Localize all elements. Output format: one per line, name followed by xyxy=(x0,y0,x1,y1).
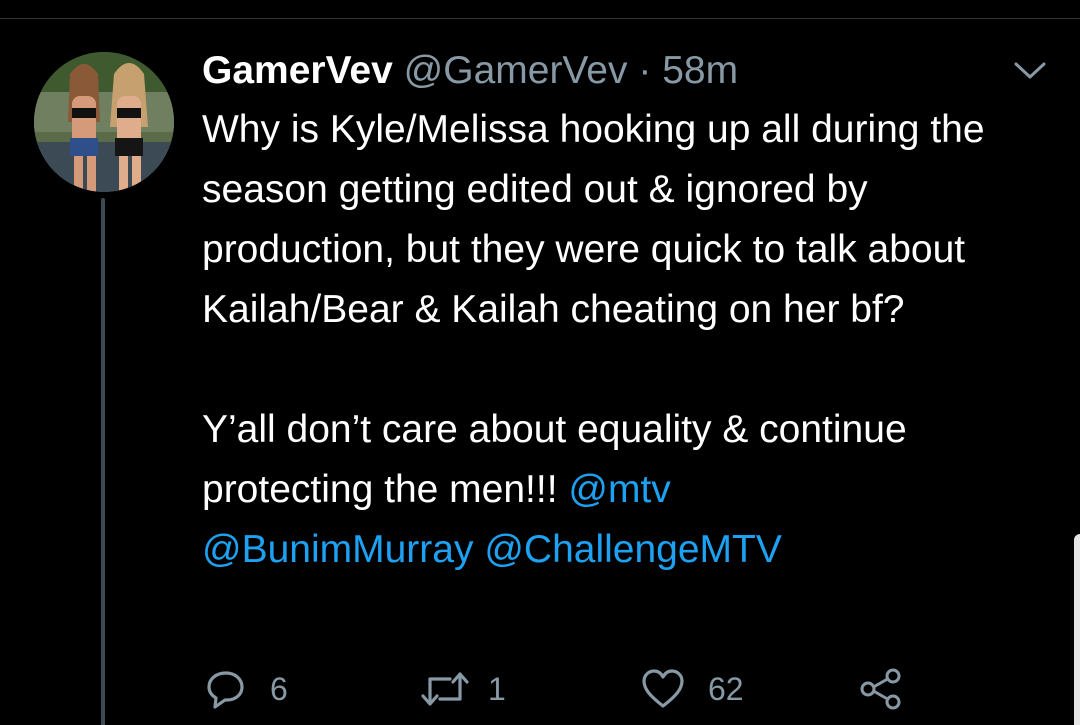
tweet-paragraph-1: Why is Kyle/Melissa hooking up all durin… xyxy=(202,108,985,331)
reply-icon xyxy=(207,671,244,709)
separator-dot: · xyxy=(638,49,652,92)
share-icon xyxy=(860,668,901,710)
tweet-paragraph-2: Y’all don’t care about equality & contin… xyxy=(202,400,1062,580)
top-divider xyxy=(0,18,1080,19)
thread-line xyxy=(101,198,105,725)
tweet-time[interactable]: 58m xyxy=(662,49,738,92)
tweet-header: GamerVev @GamerVev · 58m xyxy=(202,46,738,96)
avatar-photo xyxy=(34,52,174,192)
tweet-screen: GamerVev @GamerVev · 58m Why is Kyle/Mel… xyxy=(0,0,1080,725)
display-name[interactable]: GamerVev xyxy=(202,49,393,92)
mention-bunimmurray[interactable]: @BunimMurray xyxy=(202,528,473,571)
share-button[interactable] xyxy=(858,666,904,712)
reply-button[interactable]: 6 xyxy=(204,666,288,712)
chevron-down-icon[interactable] xyxy=(1012,58,1048,82)
scroll-indicator[interactable] xyxy=(1074,534,1080,725)
retweet-icon xyxy=(421,672,469,706)
retweet-button[interactable]: 1 xyxy=(420,666,506,712)
like-count: 62 xyxy=(708,670,744,707)
action-bar: 6 1 62 xyxy=(0,666,1080,712)
tweet-text: Why is Kyle/Melissa hooking up all durin… xyxy=(202,100,1062,580)
retweet-count: 1 xyxy=(488,670,506,707)
user-handle[interactable]: @GamerVev xyxy=(404,49,628,92)
like-button[interactable]: 62 xyxy=(640,666,744,712)
heart-icon xyxy=(642,669,684,708)
mention-mtv[interactable]: @mtv xyxy=(568,468,670,511)
reply-count: 6 xyxy=(270,670,288,707)
avatar[interactable] xyxy=(34,52,174,192)
tweet-paragraph-2-text: Y’all don’t care about equality & contin… xyxy=(202,408,907,511)
mention-challengemtv[interactable]: @ChallengeMTV xyxy=(484,528,782,571)
